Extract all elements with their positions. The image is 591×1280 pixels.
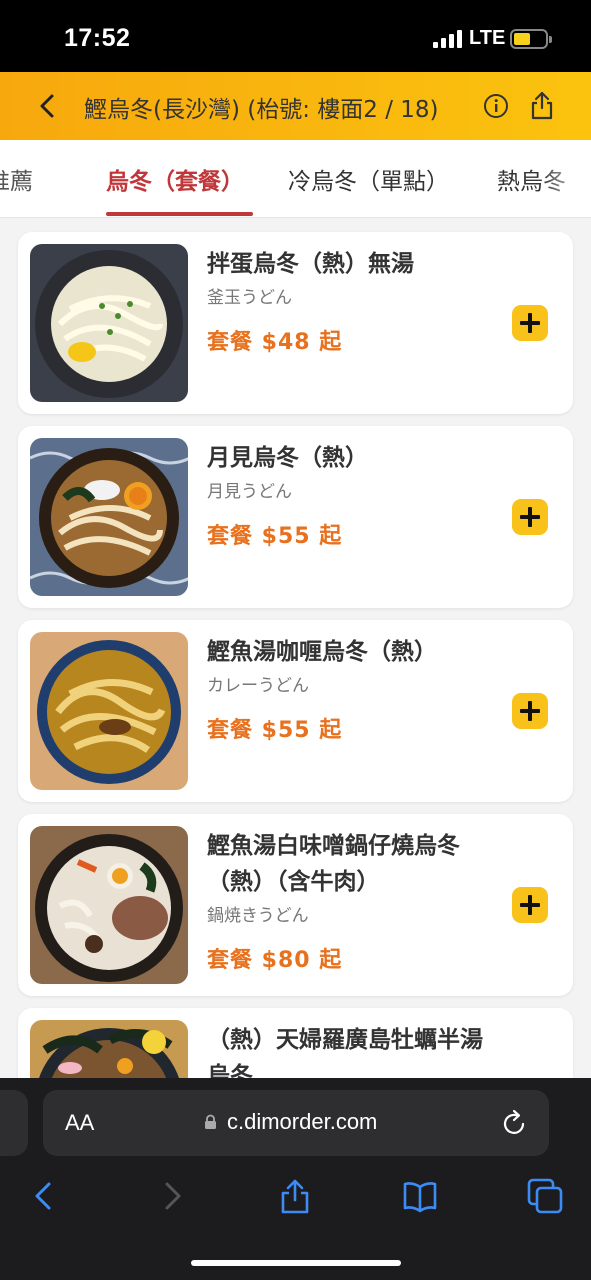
address-bar[interactable]: AA c.dimorder.com [43, 1090, 549, 1156]
dish-jp-name: 釜玉うどん [207, 288, 292, 308]
menu-item-card[interactable]: 月見烏冬（熱） 月見うどん 套餐 $55 起 [18, 426, 573, 608]
dish-jp-name: 鍋焼きうどん [207, 906, 309, 926]
dish-name: 拌蛋烏冬（熱）無湯 [207, 251, 414, 277]
network-label: LTE [469, 27, 506, 49]
tab-recommended[interactable]: 推薦 [0, 162, 33, 196]
back-chevron-icon[interactable] [34, 92, 62, 120]
dish-jp-name: 月見うどん [207, 482, 292, 502]
add-button[interactable] [512, 499, 548, 535]
back-icon[interactable] [26, 1178, 62, 1214]
app-header: 鰹烏冬(長沙灣) (枱號: 樓面2 / 18) [0, 72, 591, 140]
add-button[interactable] [512, 305, 548, 341]
reload-icon[interactable] [502, 1109, 528, 1137]
dish-price: 套餐 $48 起 [207, 330, 343, 355]
signal-icon [433, 30, 463, 48]
dish-price: 套餐 $55 起 [207, 524, 343, 549]
add-button[interactable] [512, 693, 548, 729]
active-tab-indicator [106, 212, 253, 216]
lock-icon [205, 1114, 216, 1129]
menu-item-card[interactable]: 鰹魚湯白味噌鍋仔燒烏冬（熱）（含牛肉） 鍋焼きうどん 套餐 $80 起 [18, 814, 573, 996]
dish-name: 鰹魚湯咖喱烏冬（熱） [207, 639, 437, 665]
battery-icon [510, 29, 552, 49]
tabs-icon[interactable] [527, 1178, 563, 1214]
dish-price: 套餐 $80 起 [207, 948, 343, 973]
forward-icon[interactable] [154, 1178, 190, 1214]
tab-udon-set[interactable]: 烏冬（套餐） [106, 162, 244, 196]
dish-name: 月見烏冬（熱） [207, 445, 368, 471]
url-text[interactable]: c.dimorder.com [227, 1109, 377, 1135]
dish-price: 套餐 $55 起 [207, 718, 343, 743]
share-icon[interactable] [528, 90, 556, 120]
bookmarks-icon[interactable] [402, 1178, 438, 1214]
clock: 17:52 [64, 24, 131, 52]
category-tabs: 推薦 烏冬（套餐） 冷烏冬（單點） 熱烏冬 [0, 140, 591, 218]
dish-photo [30, 632, 188, 790]
info-icon[interactable] [483, 93, 509, 119]
dish-photo [30, 438, 188, 596]
add-button[interactable] [512, 887, 548, 923]
tab-cold-udon[interactable]: 冷烏冬（單點） [288, 162, 449, 196]
dish-photo [30, 826, 188, 984]
dish-name: 鰹魚湯白味噌鍋仔燒烏冬（熱）（含牛肉） [207, 833, 460, 895]
dish-photo [30, 244, 188, 402]
dish-jp-name: カレーうどん [207, 676, 309, 696]
browser-toolbar: AA c.dimorder.com [0, 1078, 591, 1280]
menu-item-card[interactable]: 拌蛋烏冬（熱）無湯 釜玉うどん 套餐 $48 起 [18, 232, 573, 414]
page-title: 鰹烏冬(長沙灣) (枱號: 樓面2 / 18) [84, 97, 439, 123]
previous-tab-peek[interactable] [0, 1090, 28, 1156]
share-icon[interactable] [277, 1178, 313, 1214]
status-bar: 17:52 LTE [0, 0, 591, 72]
home-indicator [191, 1260, 401, 1266]
reader-settings-button[interactable]: AA [65, 1110, 94, 1136]
menu-item-card[interactable]: 鰹魚湯咖喱烏冬（熱） カレーうどん 套餐 $55 起 [18, 620, 573, 802]
